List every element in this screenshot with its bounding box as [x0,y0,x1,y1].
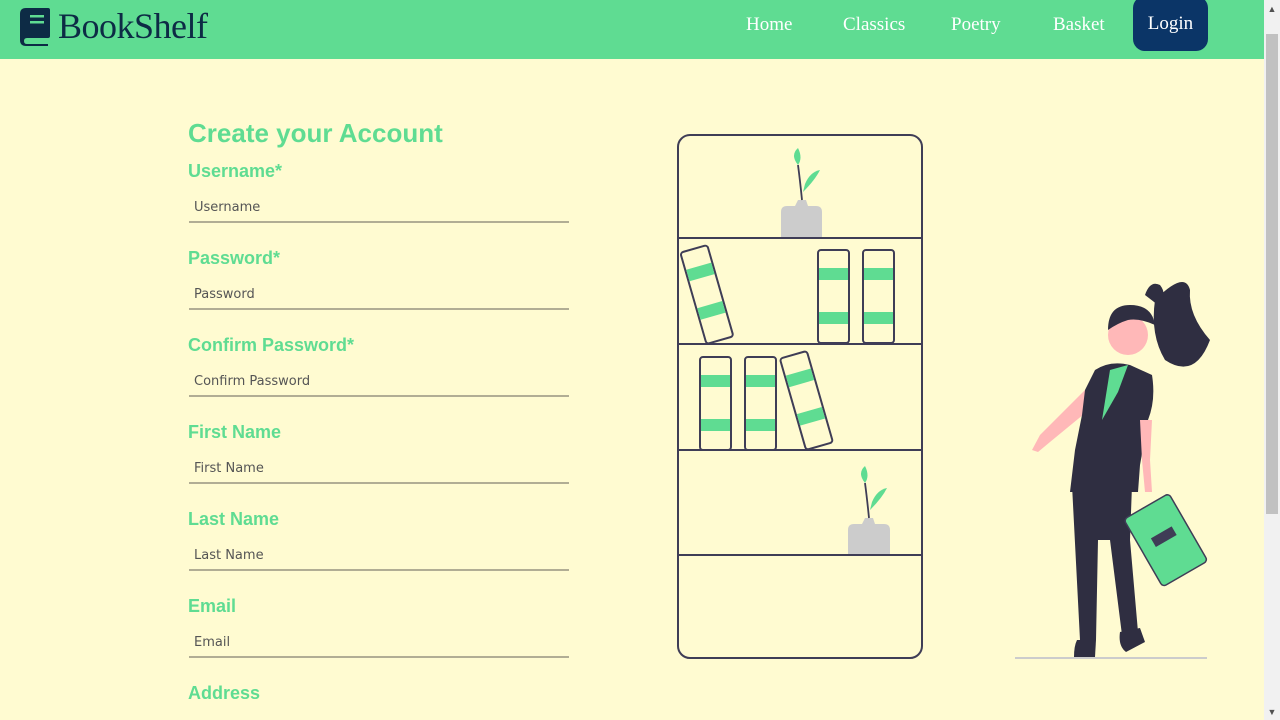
login-button[interactable]: Login [1133,0,1208,51]
address-label: Address [188,683,261,703]
first-name-input[interactable] [189,454,569,484]
bookshelf-illustration [677,134,1210,659]
nav-link-classics[interactable]: Classics [843,14,905,36]
nav-link-basket[interactable]: Basket [1053,14,1105,36]
confirm-password-input[interactable] [189,367,569,397]
scroll-up-arrow-icon[interactable]: ▲ [1264,0,1280,17]
scroll-thumb[interactable] [1266,34,1278,514]
first-name-label: First Name [188,422,282,442]
books-shelf-2 [680,244,895,345]
form-title: Create your Account [188,118,443,148]
username-label: Username* [188,161,283,181]
last-name-label: Last Name [188,509,280,529]
brand-logo[interactable]: BookShelf [18,4,208,48]
plant-bottom [848,466,890,554]
confirm-password-label: Confirm Password* [188,335,355,355]
username-input[interactable] [189,193,569,223]
book-icon [20,8,50,46]
brand-name: BookShelf [58,6,208,46]
nav-link-home[interactable]: Home [746,14,792,36]
page: BookShelf Home Classics Poetry Basket Lo… [0,0,1264,720]
woman-figure [1015,282,1210,659]
email-label: Email [188,596,237,616]
email-input[interactable] [189,628,569,658]
plant-top [781,148,822,237]
last-name-input[interactable] [189,541,569,571]
scroll-down-arrow-icon[interactable]: ▼ [1264,703,1280,720]
password-label: Password* [188,248,281,268]
password-input[interactable] [189,280,569,310]
nav-link-poetry[interactable]: Poetry [951,14,1001,36]
page-scrollbar[interactable]: ▲ ▼ [1264,0,1280,720]
navbar: BookShelf Home Classics Poetry Basket Lo… [0,0,1264,59]
books-shelf-3 [699,350,834,451]
